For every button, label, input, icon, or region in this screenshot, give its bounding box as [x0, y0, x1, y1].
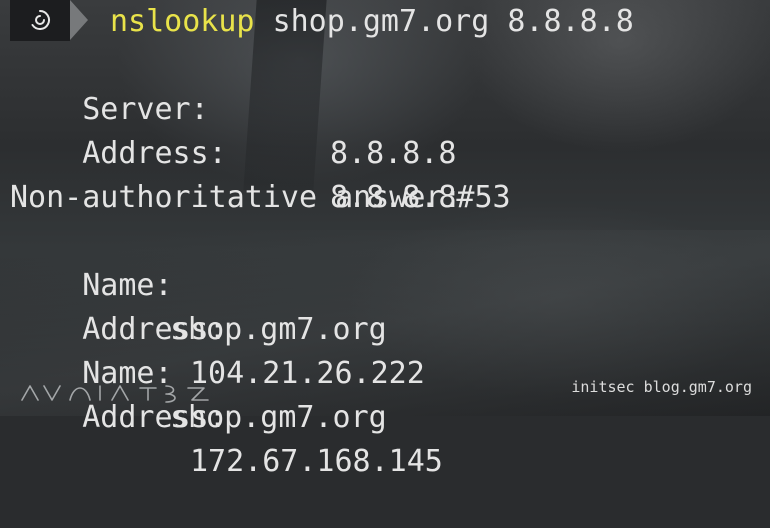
command-name: nslookup	[110, 4, 255, 39]
debian-swirl-icon	[31, 10, 50, 30]
record-name-line: Name: shop.gm7.org	[10, 308, 387, 435]
record-name-line: Name: shop.gm7.org	[10, 220, 387, 347]
command-arguments: shop.gm7.org 8.8.8.8	[272, 4, 634, 39]
record-address-value: 172.67.168.145	[190, 444, 443, 479]
watermark-logo-icon	[21, 385, 209, 403]
record-address-line: Address: 104.21.26.222	[10, 264, 425, 391]
server-line: Server: 8.8.8.8	[10, 44, 456, 171]
prompt-arrow-icon	[70, 0, 88, 40]
server-address-line: Address: 8.8.8.8#53	[10, 88, 510, 215]
answer-header: Non-authoritative answer:	[10, 180, 462, 215]
server-address-label: Address:	[82, 136, 227, 171]
server-value: 8.8.8.8	[330, 136, 457, 171]
command-line[interactable]: nslookup shop.gm7.org 8.8.8.8	[110, 0, 634, 44]
terminal-window[interactable]: nslookup shop.gm7.org 8.8.8.8 Server: 8.…	[0, 0, 770, 479]
watermark-text: initsec blog.gm7.org	[571, 378, 752, 396]
